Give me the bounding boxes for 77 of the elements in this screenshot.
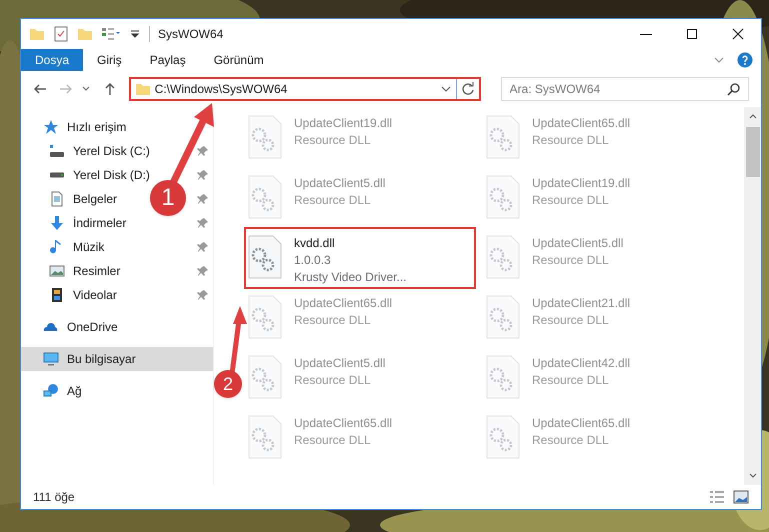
file-detail: Resource DLL [294, 132, 372, 149]
sidebar-item[interactable]: Yerel Disk (C:) [49, 142, 150, 160]
file-detail: Resource DLL [294, 192, 372, 209]
pin-icon[interactable] [197, 289, 209, 301]
sidebar-item[interactable]: Ağ [43, 382, 82, 400]
item-count: 111 öğe [33, 489, 75, 506]
ribbon-tab[interactable]: Dosya [21, 49, 84, 71]
folder-icon [134, 81, 151, 97]
dropdown-icon[interactable] [129, 28, 141, 40]
refresh-icon[interactable] [460, 82, 475, 96]
pin-icon[interactable] [197, 169, 209, 181]
scrollbar[interactable] [744, 107, 761, 485]
dll-file-icon [486, 235, 520, 279]
download-arrow-icon [49, 215, 65, 231]
large-icons-view-icon[interactable] [733, 489, 749, 505]
file-detail: Resource DLL [532, 132, 610, 149]
dll-file-icon [248, 295, 282, 339]
address-path: C:\Windows\SysWOW64 [154, 81, 288, 98]
close-icon [732, 28, 744, 40]
network-icon [43, 383, 59, 399]
file-detail: Krusty Video Driver... [294, 269, 406, 286]
dll-file-icon [248, 355, 282, 399]
window-title: SysWOW64 [158, 26, 224, 43]
dll-file-icon [486, 355, 520, 399]
sidebar-item[interactable]: Yerel Disk (D:) [49, 166, 150, 184]
file-detail: Resource DLL [294, 372, 372, 389]
pin-icon[interactable] [197, 217, 209, 229]
details-view-icon[interactable] [709, 489, 725, 505]
file-detail: Resource DLL [294, 432, 372, 449]
address-bar[interactable]: C:\Windows\SysWOW64 [128, 77, 481, 101]
back-arrow-icon[interactable] [33, 82, 47, 96]
computer-icon [43, 351, 59, 367]
ribbon-tab[interactable]: Görünüm [200, 49, 278, 71]
dll-file-icon [486, 115, 520, 159]
file-detail: Resource DLL [532, 312, 610, 329]
sidebar-item[interactable]: Videolar [49, 286, 117, 304]
file-detail: Resource DLL [532, 372, 610, 389]
scrollbar-thumb[interactable] [746, 127, 760, 177]
sidebar-item[interactable]: OneDrive [43, 318, 118, 336]
up-arrow-icon[interactable] [102, 82, 117, 96]
drive-icon [49, 145, 65, 157]
sidebar-item[interactable]: Müzik [49, 238, 104, 256]
film-icon [49, 287, 65, 303]
sidebar-item[interactable]: Resimler [49, 262, 120, 280]
ribbon-tab[interactable]: Giriş [83, 49, 136, 71]
pin-icon[interactable] [197, 265, 209, 277]
file-detail: 1.0.0.3 [294, 252, 332, 269]
dll-file-icon [248, 115, 282, 159]
search-icon[interactable] [726, 82, 741, 96]
view-options-icon[interactable] [101, 26, 121, 42]
document-icon [49, 191, 65, 207]
help-icon[interactable] [737, 52, 753, 68]
file-detail: Resource DLL [532, 432, 610, 449]
dll-file-icon [486, 295, 520, 339]
dll-file-icon [248, 235, 282, 279]
sidebar-item[interactable]: Belgeler [49, 190, 118, 208]
drive-icon [49, 172, 65, 178]
file-name[interactable]: kvdd.dll [294, 235, 406, 252]
sidebar-item[interactable]: İndirmeler [49, 214, 126, 232]
image-icon [49, 263, 65, 279]
dll-file-icon [248, 415, 282, 459]
dll-file-icon [486, 415, 520, 459]
maximize-icon [687, 29, 697, 39]
pin-icon[interactable] [197, 241, 209, 253]
sidebar-item[interactable]: Hızlı erişim [43, 118, 126, 136]
file-detail: Resource DLL [532, 252, 610, 269]
dll-file-icon [248, 175, 282, 219]
properties-icon[interactable] [53, 26, 69, 42]
ribbon-tab[interactable]: Paylaş [136, 49, 200, 71]
file-detail: Resource DLL [532, 192, 610, 209]
pin-icon[interactable] [197, 145, 209, 157]
file-detail: Resource DLL [294, 312, 372, 329]
star-icon [43, 119, 59, 135]
pin-icon[interactable] [197, 193, 209, 205]
dll-file-icon [486, 175, 520, 219]
search-field[interactable]: Ara: SysWOW64 [500, 77, 749, 101]
sidebar-item[interactable]: Bu bilgisayar [43, 350, 136, 368]
